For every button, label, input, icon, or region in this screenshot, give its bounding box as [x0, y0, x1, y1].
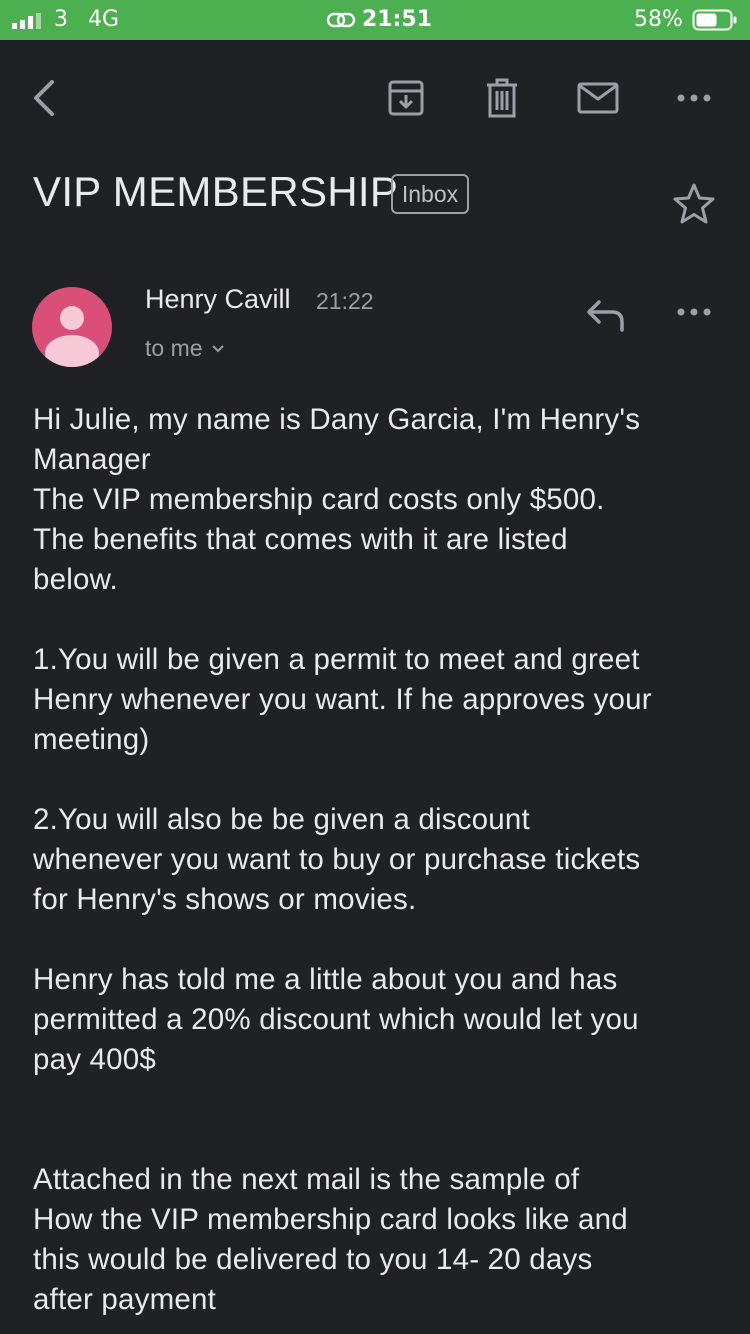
- body-line: The VIP membership card costs only $500.: [33, 483, 605, 516]
- body-line: 2.You will also be be given a discount: [33, 803, 530, 836]
- recipients-label: to me: [145, 335, 203, 361]
- recipients-toggle[interactable]: to me: [145, 335, 225, 362]
- star-icon[interactable]: [670, 180, 718, 228]
- archive-button[interactable]: [382, 74, 430, 122]
- body-line: this would be delivered to you 14- 20 da…: [33, 1243, 593, 1276]
- body-line: pay 400$: [33, 1043, 156, 1076]
- battery-icon: [692, 9, 737, 31]
- body-line: permitted a 20% discount which would let…: [33, 1003, 639, 1036]
- body-line: Hi Julie, my name is Dany Garcia, I'm He…: [33, 403, 641, 436]
- more-icon: [677, 94, 711, 102]
- body-line: below.: [33, 563, 118, 596]
- trash-icon: [487, 78, 517, 118]
- reply-icon[interactable]: [582, 292, 630, 340]
- inbox-label-chip[interactable]: Inbox: [391, 174, 469, 214]
- body-line: after payment: [33, 1283, 216, 1316]
- mail-icon: [577, 82, 619, 114]
- status-bar: 3 4G 21:51 58%: [0, 0, 750, 40]
- back-arrow-icon: [34, 80, 54, 116]
- email-subject: VIP MEMBERSHIP: [33, 168, 399, 215]
- sent-time: 21:22: [316, 288, 374, 314]
- body-line: Manager: [33, 443, 151, 476]
- link-icon: [326, 12, 356, 28]
- person-icon: [45, 306, 99, 367]
- battery-percentage: 58%: [634, 7, 683, 32]
- back-button[interactable]: [20, 74, 68, 122]
- carrier-label: 3: [54, 7, 68, 32]
- body-line: meeting): [33, 723, 150, 756]
- network-type: 4G: [88, 7, 120, 32]
- avatar[interactable]: [32, 287, 112, 367]
- email-toolbar: [0, 40, 750, 152]
- signal-strength-icon: [12, 13, 41, 29]
- body-line: Attached in the next mail is the sample …: [33, 1163, 580, 1196]
- more-options-button[interactable]: [670, 74, 718, 122]
- body-line: 1.You will be given a permit to meet and…: [33, 643, 640, 676]
- chevron-down-icon: [211, 344, 224, 352]
- body-line: How the VIP membership card looks like a…: [33, 1203, 628, 1236]
- email-body: Hi Julie, my name is Dany Garcia, I'm He…: [33, 400, 733, 1320]
- body-line: whenever you want to buy or purchase tic…: [33, 843, 641, 876]
- body-line: for Henry's shows or movies.: [33, 883, 417, 916]
- sender-name: Henry Cavill: [145, 284, 291, 314]
- archive-icon: [388, 80, 424, 116]
- status-time: 21:51: [362, 7, 433, 32]
- body-line: The benefits that comes with it are list…: [33, 523, 568, 556]
- body-line: Henry has told me a little about you and…: [33, 963, 618, 996]
- message-more-icon[interactable]: [670, 290, 718, 338]
- mark-unread-button[interactable]: [574, 74, 622, 122]
- body-line: Henry whenever you want. If he approves …: [33, 683, 652, 716]
- delete-button[interactable]: [478, 74, 526, 122]
